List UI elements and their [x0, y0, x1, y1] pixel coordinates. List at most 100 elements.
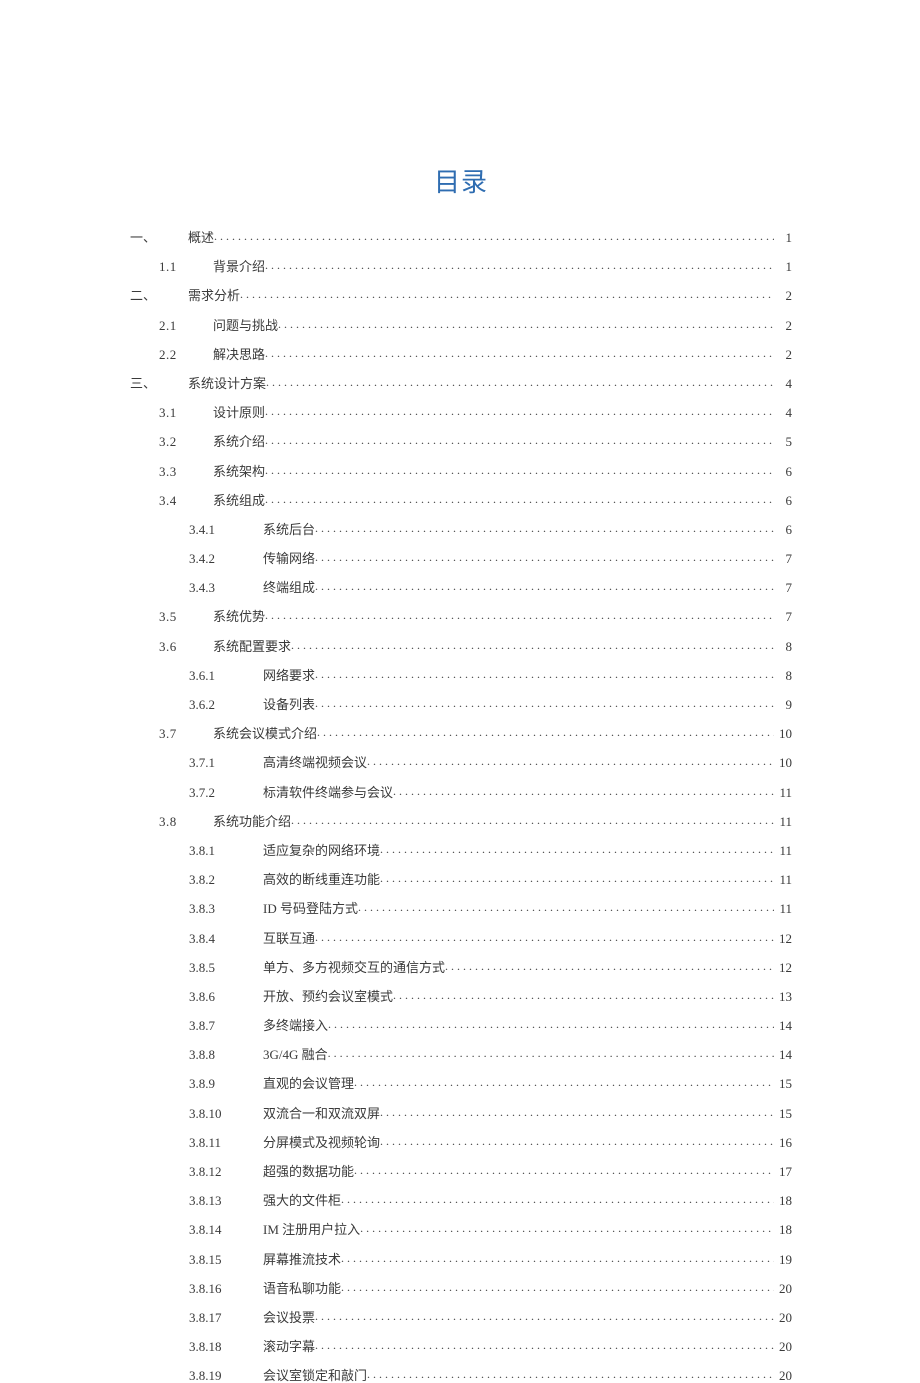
toc-entry[interactable]: 3.8.6开放、预约会议室模式13 [130, 988, 792, 1003]
toc-entry[interactable]: 3.2系统介绍5 [130, 433, 792, 448]
toc-entry[interactable]: 3.7系统会议模式介绍10 [130, 725, 792, 740]
toc-entry-page: 6 [776, 494, 792, 507]
toc-entry-label: 系统功能介绍 [213, 815, 291, 828]
toc-entry[interactable]: 3.8.18滚动字幕20 [130, 1338, 792, 1353]
toc-entry[interactable]: 3.4.1系统后台6 [130, 521, 792, 536]
toc-entry[interactable]: 3.8.12超强的数据功能17 [130, 1163, 792, 1178]
toc-leader-dots [341, 1192, 774, 1205]
toc-entry[interactable]: 3.1设计原则4 [130, 404, 792, 419]
toc-entry-page: 4 [776, 377, 792, 390]
toc-entry-number: 3.7.2 [189, 786, 263, 799]
toc-leader-dots [315, 550, 774, 563]
toc-entry-number: 3.8.10 [189, 1107, 263, 1120]
toc-entry[interactable]: 3.8.15屏幕推流技术19 [130, 1251, 792, 1266]
toc-entry[interactable]: 3.6.2设备列表9 [130, 696, 792, 711]
toc-entry-number: 3.8.12 [189, 1165, 263, 1178]
toc-entry[interactable]: 3.3系统架构6 [130, 463, 792, 478]
toc-entry-page: 9 [776, 698, 792, 711]
toc-entry[interactable]: 2.1问题与挑战2 [130, 317, 792, 332]
toc-entry-label: 单方、多方视频交互的通信方式 [263, 961, 445, 974]
toc-entry-number: 3.5 [159, 610, 213, 623]
toc-entry-number: 3.8.19 [189, 1369, 263, 1382]
toc-entry[interactable]: 3.4.2传输网络7 [130, 550, 792, 565]
toc-leader-dots [341, 1251, 774, 1264]
toc-entry[interactable]: 3.8.13强大的文件柜18 [130, 1192, 792, 1207]
toc-entry[interactable]: 3.8.9直观的会议管理15 [130, 1075, 792, 1090]
toc-entry-page: 18 [776, 1194, 792, 1207]
toc-entry-page: 6 [776, 523, 792, 536]
toc-entry[interactable]: 3.4.3终端组成7 [130, 579, 792, 594]
toc-leader-dots [317, 725, 774, 738]
toc-leader-dots [315, 579, 774, 592]
toc-leader-dots [328, 1046, 774, 1059]
toc-entry-page: 8 [776, 669, 792, 682]
toc-entry-number: 三、 [130, 377, 188, 390]
toc-entry-page: 7 [776, 552, 792, 565]
toc-entry-page: 18 [776, 1223, 792, 1236]
toc-entry-page: 20 [776, 1369, 792, 1382]
toc-leader-dots [291, 813, 774, 826]
toc-entry[interactable]: 3.6系统配置要求8 [130, 638, 792, 653]
toc-entry-number: 3.7 [159, 727, 213, 740]
toc-entry[interactable]: 3.7.2标清软件终端参与会议11 [130, 784, 792, 799]
toc-entry-page: 16 [776, 1136, 792, 1149]
toc-entry-label: 设备列表 [263, 698, 315, 711]
toc-entry-number: 3.8.8 [189, 1048, 263, 1061]
toc-entry-page: 13 [776, 990, 792, 1003]
toc-entry[interactable]: 3.8.4互联互通12 [130, 930, 792, 945]
toc-entry[interactable]: 3.8.14IM 注册用户拉入 18 [130, 1221, 792, 1236]
toc-leader-dots [358, 900, 774, 913]
toc-leader-dots [328, 1017, 774, 1030]
toc-entry[interactable]: 3.8.1适应复杂的网络环境11 [130, 842, 792, 857]
toc-entry[interactable]: 3.8.7多终端接入14 [130, 1017, 792, 1032]
toc-entry[interactable]: 3.8.11分屏模式及视频轮询16 [130, 1134, 792, 1149]
toc-entry-number: 一、 [130, 231, 188, 244]
toc-entry[interactable]: 3.8.17会议投票20 [130, 1309, 792, 1324]
toc-entry[interactable]: 2.2解决思路2 [130, 346, 792, 361]
toc-entry[interactable]: 3.8.83G/4G 融合14 [130, 1046, 792, 1061]
toc-leader-dots [445, 959, 774, 972]
toc-entry-number: 1.1 [159, 260, 213, 273]
toc-entry-page: 6 [776, 465, 792, 478]
toc-entry-number: 3.8.13 [189, 1194, 263, 1207]
toc-entry[interactable]: 3.7.1高清终端视频会议10 [130, 754, 792, 769]
toc-entry[interactable]: 3.4系统组成6 [130, 492, 792, 507]
toc-entry-page: 1 [776, 260, 792, 273]
toc-entry-page: 4 [776, 406, 792, 419]
toc-entry-label: 开放、预约会议室模式 [263, 990, 393, 1003]
toc-entry[interactable]: 3.8系统功能介绍11 [130, 813, 792, 828]
toc-entry[interactable]: 3.8.19会议室锁定和敲门20 [130, 1367, 792, 1382]
toc-entry[interactable]: 3.6.1网络要求8 [130, 667, 792, 682]
toc-entry[interactable]: 二、需求分析2 [130, 287, 792, 302]
toc-entry-label: 系统优势 [213, 610, 265, 623]
toc-leader-dots [265, 433, 774, 446]
toc-leader-dots [367, 1367, 774, 1380]
toc-entry[interactable]: 一、概述1 [130, 229, 792, 244]
toc-entry-number: 3.8.14 [189, 1223, 263, 1236]
toc-entry-number: 3.6 [159, 640, 213, 653]
toc-entry[interactable]: 三、系统设计方案4 [130, 375, 792, 390]
toc-entry-number: 3.2 [159, 435, 213, 448]
toc-leader-dots [341, 1280, 774, 1293]
toc-entry[interactable]: 3.8.2高效的断线重连功能11 [130, 871, 792, 886]
toc-entry-label: 系统配置要求 [213, 640, 291, 653]
toc-entry[interactable]: 3.5系统优势7 [130, 608, 792, 623]
toc-entry-number: 3.1 [159, 406, 213, 419]
toc-leader-dots [265, 404, 774, 417]
toc-entry-label: 系统会议模式介绍 [213, 727, 317, 740]
toc-entry-page: 5 [776, 435, 792, 448]
toc-entry-page: 19 [776, 1253, 792, 1266]
toc-entry[interactable]: 3.8.10双流合一和双流双屏15 [130, 1105, 792, 1120]
toc-entry-number: 3.8.3 [189, 902, 263, 915]
toc-entry-label: IM 注册用户拉入 [263, 1223, 360, 1236]
toc-entry-page: 12 [776, 961, 792, 974]
toc-entry-label: 分屏模式及视频轮询 [263, 1136, 380, 1149]
toc-entry[interactable]: 3.8.3ID 号码登陆方式11 [130, 900, 792, 915]
toc-entry[interactable]: 1.1背景介绍1 [130, 258, 792, 273]
toc-entry-number: 3.4.3 [189, 581, 263, 594]
toc-entry[interactable]: 3.8.16语音私聊功能20 [130, 1280, 792, 1295]
toc-entry[interactable]: 3.8.5单方、多方视频交互的通信方式12 [130, 959, 792, 974]
toc-entry-number: 3.8.9 [189, 1077, 263, 1090]
toc-leader-dots [265, 463, 774, 476]
document-page: 目录 一、概述11.1背景介绍1二、需求分析22.1问题与挑战22.2解决思路2… [0, 0, 920, 1301]
